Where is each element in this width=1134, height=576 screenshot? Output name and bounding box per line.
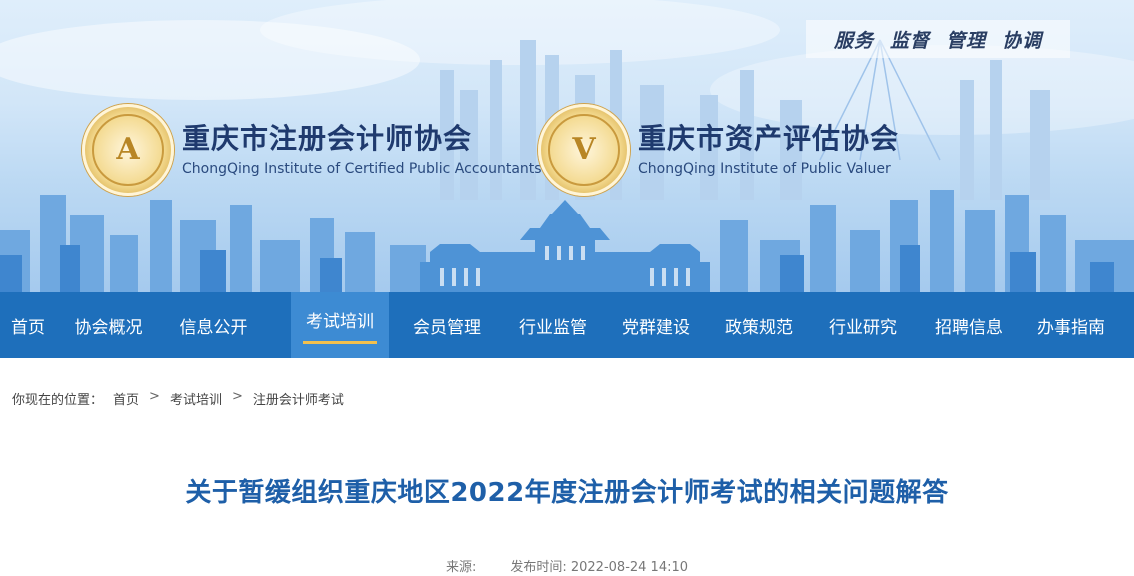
breadcrumb: 你现在的位置： 首页 > 考试培训 > 注册会计师考试 bbox=[12, 389, 344, 408]
breadcrumb-separator: > bbox=[231, 389, 243, 404]
slogan-box: 服务 监督 管理 协调 bbox=[806, 20, 1070, 58]
nav-item-member[interactable]: 会员管理 bbox=[389, 292, 505, 358]
cicpa-name-en: ChongQing Institute of Certified Public … bbox=[182, 161, 542, 177]
breadcrumb-link-exam[interactable]: 考试培训 bbox=[170, 389, 222, 408]
valuer-name-en: ChongQing Institute of Public Valuer bbox=[638, 161, 891, 177]
breadcrumb-separator: > bbox=[149, 389, 160, 404]
valuer-seal-icon: V bbox=[538, 104, 630, 196]
breadcrumb-link-home[interactable]: 首页 bbox=[113, 389, 139, 408]
breadcrumb-prefix: 你现在的位置： bbox=[12, 393, 104, 408]
breadcrumb-link-cpa-exam[interactable]: 注册会计师考试 bbox=[253, 389, 344, 408]
nav-item-research[interactable]: 行业研究 bbox=[807, 292, 919, 358]
nav-item-guide[interactable]: 办事指南 bbox=[1019, 292, 1123, 358]
valuer-name-cn: 重庆市资产评估协会 bbox=[638, 122, 900, 155]
slogan-word: 监督 bbox=[889, 29, 930, 52]
nav-item-home[interactable]: 首页 bbox=[0, 292, 56, 358]
valuer-logo-block[interactable]: V 重庆市资产评估协会 ChongQing Institute of Publi… bbox=[538, 104, 899, 196]
slogan-word: 管理 bbox=[946, 29, 987, 52]
article-title: 关于暂缓组织重庆地区2022年度注册会计师考试的相关问题解答 bbox=[185, 478, 949, 508]
nav-item-jobs[interactable]: 招聘信息 bbox=[919, 292, 1019, 358]
cicpa-seal-icon: A bbox=[82, 104, 174, 196]
main-nav: 首页 协会概况 信息公开 考试培训 会员管理 行业监管 党群建设 政策规范 行业… bbox=[0, 292, 1134, 358]
nav-item-info[interactable]: 信息公开 bbox=[161, 292, 266, 358]
cicpa-name-cn: 重庆市注册会计师协会 bbox=[182, 122, 473, 155]
nav-item-exam[interactable]: 考试培训 bbox=[291, 292, 389, 358]
nav-item-policy[interactable]: 政策规范 bbox=[711, 292, 807, 358]
article-meta: 来源: 发布时间: 2022-08-24 14:10 bbox=[0, 556, 1134, 575]
nav-item-supervision[interactable]: 行业监管 bbox=[505, 292, 601, 358]
article-source: 来源: bbox=[445, 560, 477, 575]
nav-item-party[interactable]: 党群建设 bbox=[601, 292, 711, 358]
cicpa-logo-block[interactable]: A 重庆市注册会计师协会 ChongQing Institute of Cert… bbox=[82, 104, 542, 196]
nav-item-about[interactable]: 协会概况 bbox=[56, 292, 161, 358]
article-date: 发布时间: 2022-08-24 14:10 bbox=[510, 560, 689, 575]
slogan-word: 协调 bbox=[1002, 29, 1043, 52]
header-banner: 服务 监督 管理 协调 A 重庆市注册会计师协会 ChongQing Insti… bbox=[0, 0, 1134, 292]
slogan-word: 服务 bbox=[833, 29, 874, 52]
